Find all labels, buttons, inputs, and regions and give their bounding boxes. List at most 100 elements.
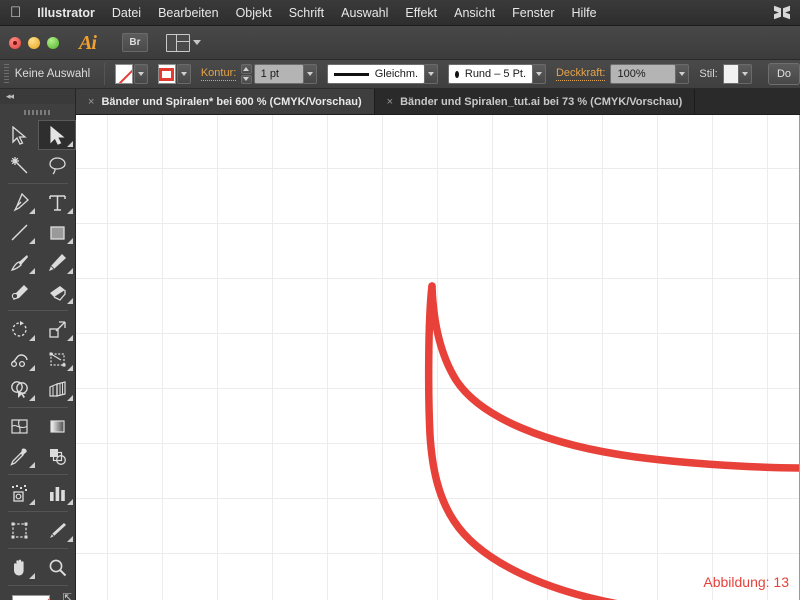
menu-item-ansicht[interactable]: Ansicht [454,6,495,20]
shape-builder-tool-icon [10,380,28,398]
brush-dropdown-button[interactable] [532,64,546,84]
direct-selection-tool-icon [49,125,65,145]
menu-item-schrift[interactable]: Schrift [289,6,324,20]
stroke-profile-select[interactable]: Gleichm. [327,64,426,84]
graphic-style-swatch[interactable] [722,64,740,84]
stroke-weight-stepper[interactable] [241,64,252,84]
tool-pencil[interactable] [38,247,76,277]
flyout-indicator [67,365,73,371]
tool-line-segment[interactable] [0,217,38,247]
close-icon[interactable]: × [387,96,393,108]
document-tab-label: Bänder und Spiralen* bei 600 % (CMYK/Vor… [101,95,362,108]
document-tab-active[interactable]: × Bänder und Spiralen* bei 600 % (CMYK/V… [76,89,375,114]
tool-mesh[interactable] [0,411,38,441]
minimize-button[interactable] [28,36,40,49]
tool-width[interactable] [0,344,38,374]
tool-rectangle[interactable] [38,217,76,247]
tool-rotate[interactable] [0,314,38,344]
fill-swatch-none[interactable] [12,595,50,600]
stroke-dropdown-button[interactable] [176,64,191,84]
tools-divider [8,474,68,475]
chevron-down-icon [428,72,435,76]
tool-slice[interactable] [38,515,76,545]
menu-item-datei[interactable]: Datei [112,6,141,20]
application-bar: Ai Br [0,26,800,60]
paintbrush-tool-icon [10,254,28,271]
blob-brush-tool-icon [11,284,28,300]
opacity-input[interactable]: 100% [610,64,677,84]
stroke-profile-preview-icon [334,72,369,76]
arrange-documents-button[interactable] [165,33,201,52]
swap-fill-stroke-icon[interactable]: ⇱ [63,591,72,600]
flyout-indicator [29,573,35,579]
control-bar: Keine Auswahl Kontur: 1 pt Gleichm. Rund… [0,60,800,89]
blend-tool-icon [49,448,66,465]
bridge-button[interactable]: Br [121,33,148,52]
flyout-indicator [29,335,35,341]
tool-scale[interactable] [38,314,76,344]
tool-lasso[interactable] [38,150,76,180]
red-spiral-ribbon-path[interactable] [76,115,799,600]
tool-eraser[interactable] [38,277,76,307]
close-button[interactable] [9,36,21,49]
flyout-indicator [29,238,35,244]
illustrator-window:  Illustrator Datei Bearbeiten Objekt Sc… [0,0,800,600]
tools-panel-grip[interactable] [23,106,52,118]
stroke-swatch[interactable] [158,64,176,84]
line-segment-tool-icon [10,223,28,241]
menu-item-hilfe[interactable]: Hilfe [572,6,597,20]
tool-direct-selection[interactable] [38,120,76,150]
menu-item-fenster[interactable]: Fenster [512,6,554,20]
tool-blob-brush[interactable] [0,277,38,307]
stroke-weight-dropdown-button[interactable] [303,64,318,84]
tool-pen[interactable] [0,187,38,217]
tool-shape-builder[interactable] [0,374,38,404]
fill-swatch[interactable] [115,64,134,84]
fill-dropdown-button[interactable] [134,64,149,84]
maximize-button[interactable] [47,36,59,49]
tool-magic-wand[interactable] [0,150,38,180]
illustrator-logo-icon: Ai [79,31,97,54]
close-icon[interactable]: × [88,96,94,108]
menu-item-bearbeiten[interactable]: Bearbeiten [158,6,218,20]
tool-eyedropper[interactable] [0,441,38,471]
tool-symbol-sprayer[interactable] [0,478,38,508]
tool-column-graph[interactable] [38,478,76,508]
menu-item-auswahl[interactable]: Auswahl [341,6,388,20]
eyedropper-tool-icon [9,447,27,466]
lasso-tool-icon [48,156,66,174]
document-tab-secondary[interactable]: × Bänder und Spiralen_tut.ai bei 73 % (C… [375,89,696,114]
tool-gradient[interactable] [38,411,76,441]
dropbox-icon[interactable] [774,5,790,20]
chevron-down-icon [535,72,542,76]
stroke-weight-input[interactable]: 1 pt [253,64,305,84]
tool-perspective-grid[interactable] [38,374,76,404]
apple-icon[interactable]:  [10,5,21,20]
tool-hand[interactable] [0,552,38,582]
selection-tool-icon [11,125,27,145]
style-dropdown-button[interactable] [738,64,752,84]
document-setup-button[interactable]: Do [767,63,800,85]
control-bar-grip[interactable] [4,64,9,84]
tool-blend[interactable] [38,441,76,471]
document-canvas[interactable]: Abbildung: 13 [76,115,799,600]
tool-free-transform[interactable] [38,344,76,374]
chevron-down-icon [679,72,686,76]
tool-paintbrush[interactable] [0,247,38,277]
opacity-label[interactable]: Deckkraft: [555,67,606,81]
opacity-dropdown-button[interactable] [675,64,690,84]
brush-definition-select[interactable]: Rund – 5 Pt. [448,64,534,84]
column-graph-tool-icon [49,486,65,501]
tools-panel-header[interactable]: ◂◂ [0,89,75,104]
flyout-indicator [29,499,35,505]
tool-selection[interactable] [0,120,38,150]
stroke-profile-dropdown-button[interactable] [424,64,439,84]
menu-item-objekt[interactable]: Objekt [236,6,272,20]
tool-artboard[interactable] [0,515,38,545]
menu-item-effekt[interactable]: Effekt [405,6,437,20]
stroke-weight-label[interactable]: Kontur: [200,67,237,81]
menu-item-illustrator[interactable]: Illustrator [37,6,95,20]
tool-type[interactable] [38,187,76,217]
collapse-panel-icon[interactable]: ◂◂ [6,91,14,102]
tool-zoom[interactable] [38,552,76,582]
